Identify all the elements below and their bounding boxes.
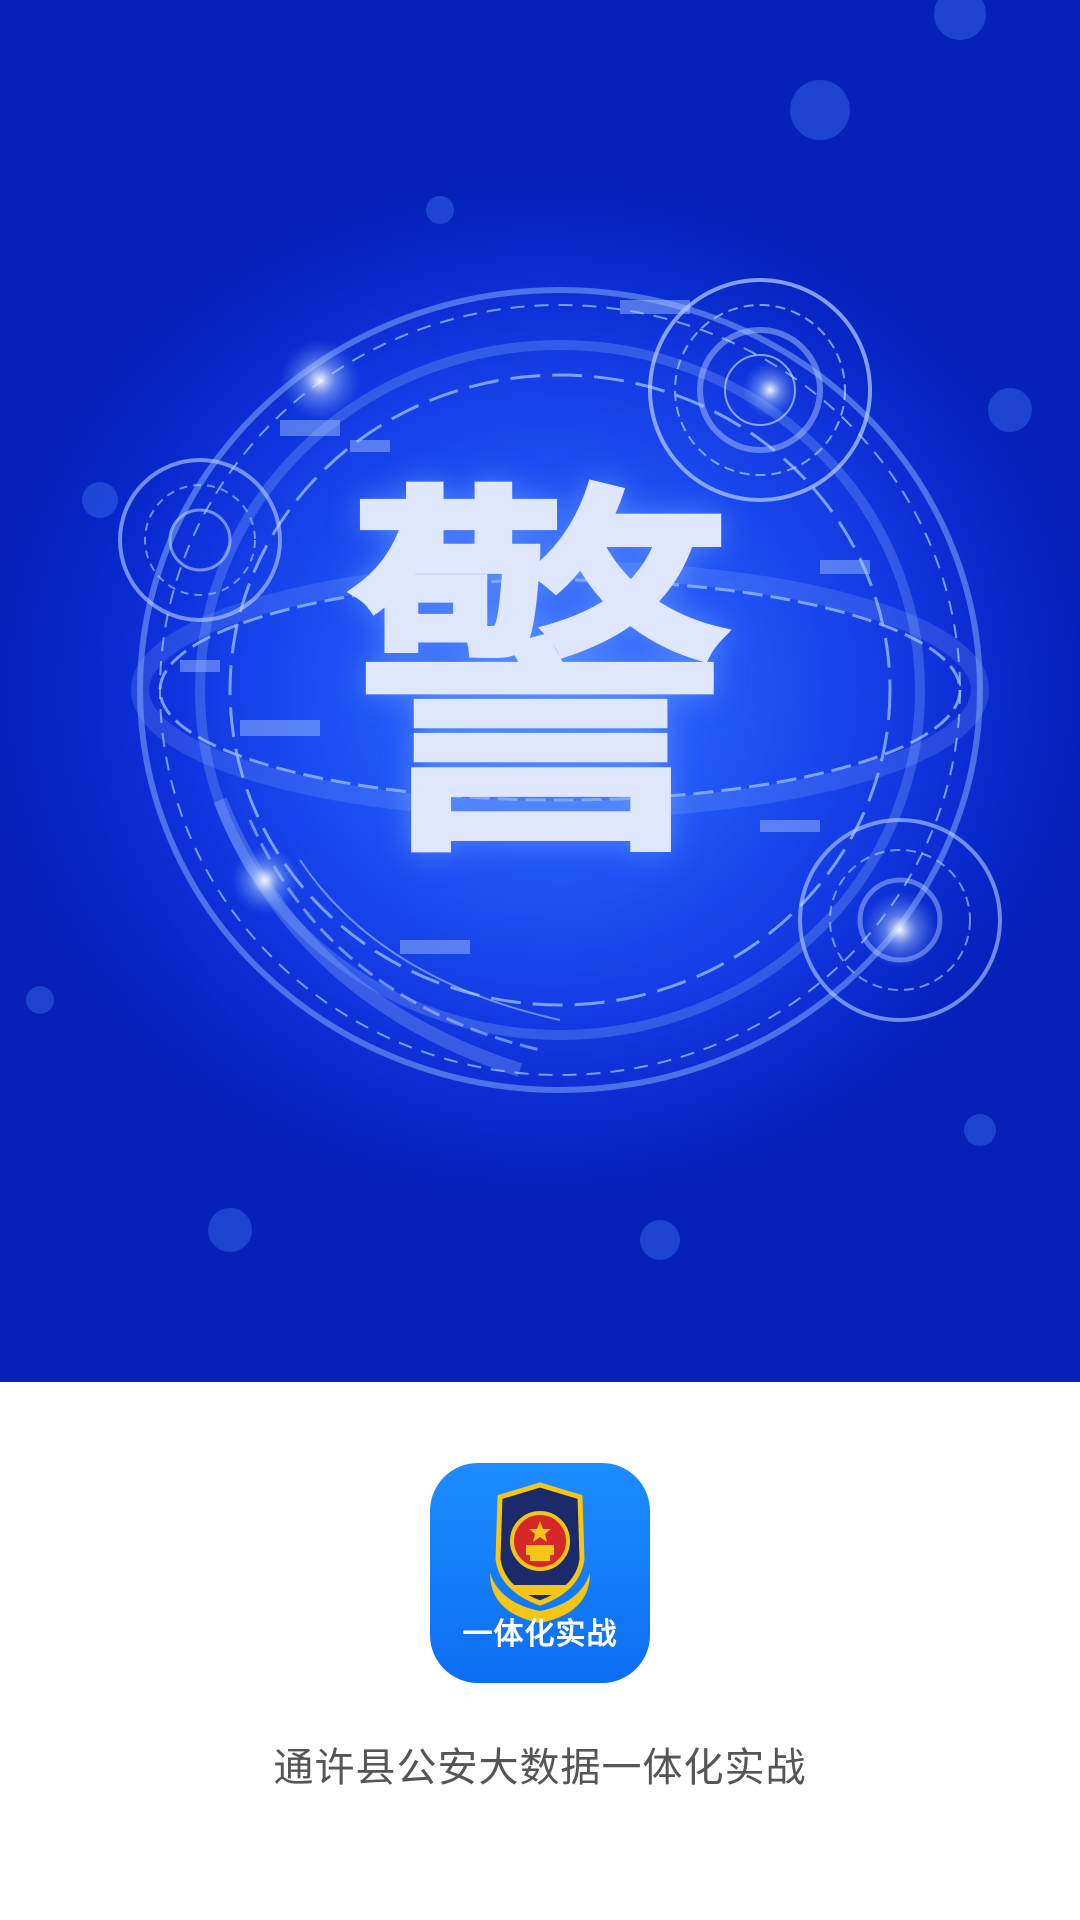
splash-screen: 警 一体化实战 通许县公安大数据一体化实战 bbox=[0, 0, 1080, 1920]
hero-banner: 警 bbox=[0, 0, 1080, 1382]
app-name: 通许县公安大数据一体化实战 bbox=[273, 1745, 807, 1791]
app-icon-label: 一体化实战 bbox=[462, 1617, 618, 1652]
app-icon: 一体化实战 bbox=[430, 1463, 650, 1683]
police-character: 警 bbox=[345, 453, 735, 907]
